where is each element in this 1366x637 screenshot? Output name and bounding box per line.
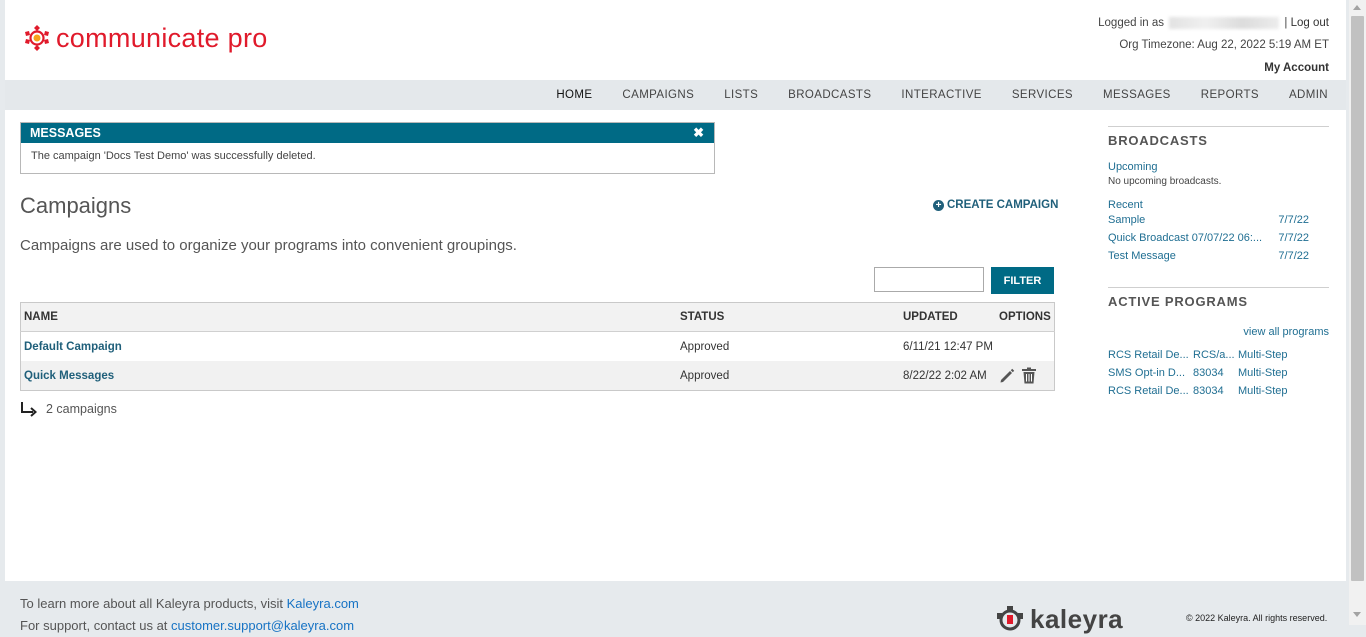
create-campaign-button[interactable]: + CREATE CAMPAIGN <box>933 199 1058 211</box>
broadcasts-section: BROADCASTS Upcoming No upcoming broadcas… <box>1108 126 1329 265</box>
campaign-options <box>996 332 1055 362</box>
page-title: Campaigns <box>20 193 132 218</box>
program-name: RCS Retail De... <box>1108 349 1189 361</box>
table-row: Quick Messages Approved 8/22/22 2:02 AM <box>20 361 1055 391</box>
nav-item-broadcasts[interactable]: BROADCASTS <box>788 80 871 110</box>
program-type: Multi-Step <box>1238 385 1288 397</box>
campaign-status: Approved <box>677 361 900 391</box>
nav-item-home[interactable]: HOME <box>556 80 592 110</box>
main-nav: HOME CAMPAIGNS LISTS BROADCASTS INTERACT… <box>5 80 1346 110</box>
right-sidebar: BROADCASTS Upcoming No upcoming broadcas… <box>1108 126 1329 400</box>
messages-header: MESSAGES ✖ <box>21 123 714 143</box>
program-code: 83034 <box>1193 385 1224 397</box>
my-account-link[interactable]: My Account <box>1264 62 1329 74</box>
create-campaign-label: CREATE CAMPAIGN <box>947 199 1059 211</box>
column-header-status[interactable]: STATUS <box>677 302 900 332</box>
campaign-count-text: 2 campaigns <box>46 402 117 416</box>
plus-circle-icon: + <box>933 199 944 211</box>
recent-broadcast-item[interactable]: Sample 7/7/22 <box>1108 211 1329 229</box>
campaign-status: Approved <box>680 340 730 353</box>
broadcast-date: 7/7/22 <box>1278 214 1309 226</box>
upcoming-link[interactable]: Upcoming <box>1108 161 1329 173</box>
program-code: RCS/a... <box>1193 349 1235 361</box>
footer-learn-text: To learn more about all Kaleyra products… <box>20 596 284 611</box>
close-icon[interactable]: ✖ <box>693 123 704 143</box>
broadcasts-title: BROADCASTS <box>1108 133 1208 148</box>
kaleyra-mark-icon <box>997 605 1023 630</box>
program-item[interactable]: RCS Retail De... 83034 Multi-Step <box>1108 382 1329 400</box>
nav-item-lists[interactable]: LISTS <box>724 80 758 110</box>
campaigns-table: NAME STATUS UPDATED OPTIONS Default Camp… <box>20 302 1055 391</box>
broadcast-name: Sample <box>1108 214 1146 226</box>
kaleyra-logo-text: kaleyra <box>1030 604 1124 634</box>
scroll-down-arrow-icon[interactable] <box>1353 612 1361 617</box>
support-email-link[interactable]: customer.support@kaleyra.com <box>171 618 354 633</box>
user-info: Logged in as | Log out Org Timezone: Aug… <box>1098 14 1329 79</box>
footer-support-text: For support, contact us at <box>20 618 168 633</box>
blurred-username <box>1169 16 1280 29</box>
view-all-programs-link[interactable]: view all programs <box>1108 326 1329 338</box>
copyright: © 2022 Kaleyra. All rights reserved. <box>1186 613 1328 623</box>
table-header-row: NAME STATUS UPDATED OPTIONS <box>20 302 1055 332</box>
logout-link[interactable]: Log out <box>1291 17 1329 29</box>
page-description: Campaigns are used to organize your prog… <box>20 237 517 254</box>
page-container: communicate pro Logged in as | Log out O… <box>5 0 1346 581</box>
column-header-options: OPTIONS <box>996 302 1055 332</box>
active-programs-section: ACTIVE PROGRAMS view all programs RCS Re… <box>1108 287 1329 400</box>
program-name: SMS Opt-in D... <box>1108 367 1186 379</box>
org-timezone: Org Timezone: Aug 22, 2022 5:19 AM ET <box>1119 39 1329 51</box>
column-header-updated[interactable]: UPDATED <box>900 302 996 332</box>
program-item[interactable]: RCS Retail De... RCS/a... Multi-Step <box>1108 346 1329 364</box>
turn-right-arrow-icon <box>21 402 38 417</box>
campaign-name-link[interactable]: Quick Messages <box>24 370 114 382</box>
program-code: 83034 <box>1193 367 1224 379</box>
delete-trash-icon[interactable] <box>1021 367 1037 384</box>
column-header-name[interactable]: NAME <box>20 302 677 332</box>
logged-in-label: Logged in as <box>1098 17 1165 29</box>
active-programs-title: ACTIVE PROGRAMS <box>1108 294 1248 309</box>
campaign-options <box>996 361 1055 391</box>
broadcast-date: 7/7/22 <box>1278 232 1309 244</box>
nav-item-admin[interactable]: ADMIN <box>1289 80 1328 110</box>
filter-input[interactable] <box>874 267 984 292</box>
nav-item-campaigns[interactable]: CAMPAIGNS <box>622 80 694 110</box>
messages-panel: MESSAGES ✖ The campaign 'Docs Test Demo'… <box>20 122 715 174</box>
table-row: Default Campaign Approved 6/11/21 12:47 … <box>21 332 1055 362</box>
filter-button[interactable]: FILTER <box>991 267 1054 294</box>
recent-link[interactable]: Recent <box>1108 199 1329 211</box>
upcoming-empty-text: No upcoming broadcasts. <box>1108 176 1222 187</box>
kaleyra-logo: kaleyra <box>995 604 1123 635</box>
program-item[interactable]: SMS Opt-in D... 83034 Multi-Step <box>1108 364 1329 382</box>
vertical-scrollbar[interactable] <box>1349 0 1366 625</box>
communicate-pro-logo-icon <box>25 25 49 51</box>
campaign-name-link[interactable]: Default Campaign <box>24 341 122 353</box>
campaign-updated: 8/22/22 2:02 AM <box>900 361 996 391</box>
scrollbar-thumb[interactable] <box>1351 16 1364 581</box>
nav-item-interactive[interactable]: INTERACTIVE <box>901 80 981 110</box>
program-name: RCS Retail De... <box>1108 385 1189 397</box>
kaleyra-link[interactable]: Kaleyra.com <box>287 596 359 611</box>
campaign-count: 2 campaigns <box>20 401 117 417</box>
message-text: The campaign 'Docs Test Demo' was succes… <box>31 150 316 162</box>
broadcast-name: Test Message <box>1108 250 1176 262</box>
recent-broadcast-item[interactable]: Quick Broadcast 07/07/22 06:... 7/7/22 <box>1108 229 1329 247</box>
footer-info: To learn more about all Kaleyra products… <box>20 593 359 637</box>
logo-text: communicate pro <box>56 23 268 53</box>
broadcast-date: 7/7/22 <box>1278 250 1309 262</box>
app-logo[interactable]: communicate pro <box>21 22 268 54</box>
recent-broadcast-item[interactable]: Test Message 7/7/22 <box>1108 247 1329 265</box>
broadcast-name: Quick Broadcast 07/07/22 06:... <box>1108 232 1263 244</box>
campaign-updated: 6/11/21 12:47 PM <box>903 340 993 353</box>
nav-item-services[interactable]: SERVICES <box>1012 80 1073 110</box>
edit-pencil-icon[interactable] <box>999 368 1015 384</box>
nav-item-messages[interactable]: MESSAGES <box>1103 80 1171 110</box>
nav-item-reports[interactable]: REPORTS <box>1201 80 1259 110</box>
program-type: Multi-Step <box>1238 349 1288 361</box>
logout-separator: | <box>1284 17 1288 29</box>
messages-title: MESSAGES <box>30 126 101 140</box>
scroll-up-arrow-icon[interactable] <box>1353 5 1361 10</box>
program-type: Multi-Step <box>1238 367 1288 379</box>
